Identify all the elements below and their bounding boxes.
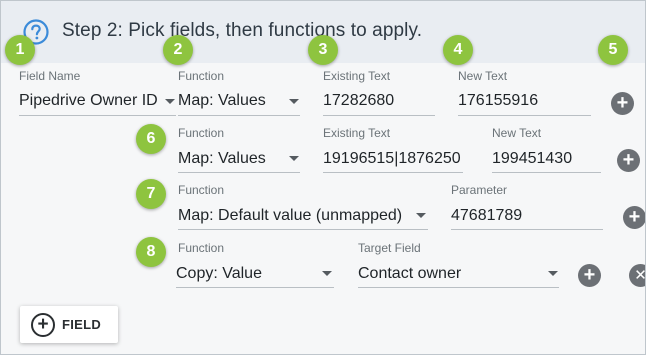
new-text-underline — [492, 172, 601, 173]
remove-field-button[interactable]: ✕ — [629, 264, 645, 287]
new-text-underline — [458, 115, 591, 116]
function-select[interactable]: Map: Default value (unmapped) — [178, 207, 402, 225]
chevron-down-icon[interactable] — [322, 271, 332, 276]
add-function-button[interactable]: + — [623, 206, 645, 229]
function-underline — [178, 172, 300, 173]
chevron-down-icon[interactable] — [416, 213, 426, 218]
target-field-select[interactable]: Contact owner — [358, 265, 461, 283]
add-field-label: FIELD — [62, 317, 102, 332]
target-field-underline — [358, 287, 559, 288]
chevron-down-icon[interactable] — [548, 271, 558, 276]
parameter-label: Parameter — [451, 183, 508, 197]
new-text-input[interactable]: 176155916 — [458, 92, 538, 110]
parameter-underline — [451, 229, 603, 230]
field-name-select[interactable]: Pipedrive Owner ID — [19, 92, 158, 110]
function-label: Function — [178, 126, 225, 140]
function-select[interactable]: Copy: Value — [176, 265, 262, 283]
target-field-label: Target Field — [358, 241, 421, 255]
chevron-down-icon[interactable] — [289, 99, 299, 104]
function-underline — [178, 229, 428, 230]
step-badge-7: 7 — [136, 179, 166, 209]
step-badge-5: 5 — [598, 35, 628, 65]
chevron-down-icon[interactable] — [289, 156, 299, 161]
step-badge-1: 1 — [5, 35, 35, 65]
function-label: Function — [178, 241, 225, 255]
new-text-input[interactable]: 199451430 — [492, 150, 572, 168]
function-underline — [178, 115, 300, 116]
step-badge-2: 2 — [163, 35, 193, 65]
plus-circle-icon: + — [31, 313, 55, 337]
field-name-label: Field Name — [19, 69, 81, 83]
existing-text-input[interactable]: 19196515|1876250 — [323, 150, 461, 168]
field-name-underline — [19, 115, 176, 116]
new-text-label: New Text — [458, 69, 508, 83]
existing-text-label: Existing Text — [323, 69, 391, 83]
parameter-input[interactable]: 47681789 — [451, 207, 522, 225]
step-badge-6: 6 — [136, 124, 166, 154]
chevron-down-icon[interactable] — [165, 99, 175, 104]
field-mapping-panel: Step 2: Pick fields, then functions to a… — [0, 0, 646, 355]
function-underline — [176, 287, 334, 288]
existing-text-underline — [323, 172, 463, 173]
step-title: Step 2: Pick fields, then functions to a… — [62, 20, 423, 41]
add-function-button[interactable]: + — [611, 92, 634, 115]
function-select[interactable]: Map: Values — [178, 150, 266, 168]
step-badge-4: 4 — [443, 35, 473, 65]
add-function-button[interactable]: + — [578, 264, 601, 287]
existing-text-label: Existing Text — [323, 126, 391, 140]
add-field-button[interactable]: + FIELD — [20, 306, 118, 343]
add-function-button[interactable]: + — [617, 149, 640, 172]
function-select[interactable]: Map: Values — [178, 92, 266, 110]
function-label: Function — [178, 69, 225, 83]
new-text-label: New Text — [492, 126, 542, 140]
step-badge-8: 8 — [136, 237, 166, 267]
existing-text-input[interactable]: 17282680 — [323, 92, 394, 110]
existing-text-underline — [323, 115, 435, 116]
function-label: Function — [178, 183, 225, 197]
step-badge-3: 3 — [308, 35, 338, 65]
